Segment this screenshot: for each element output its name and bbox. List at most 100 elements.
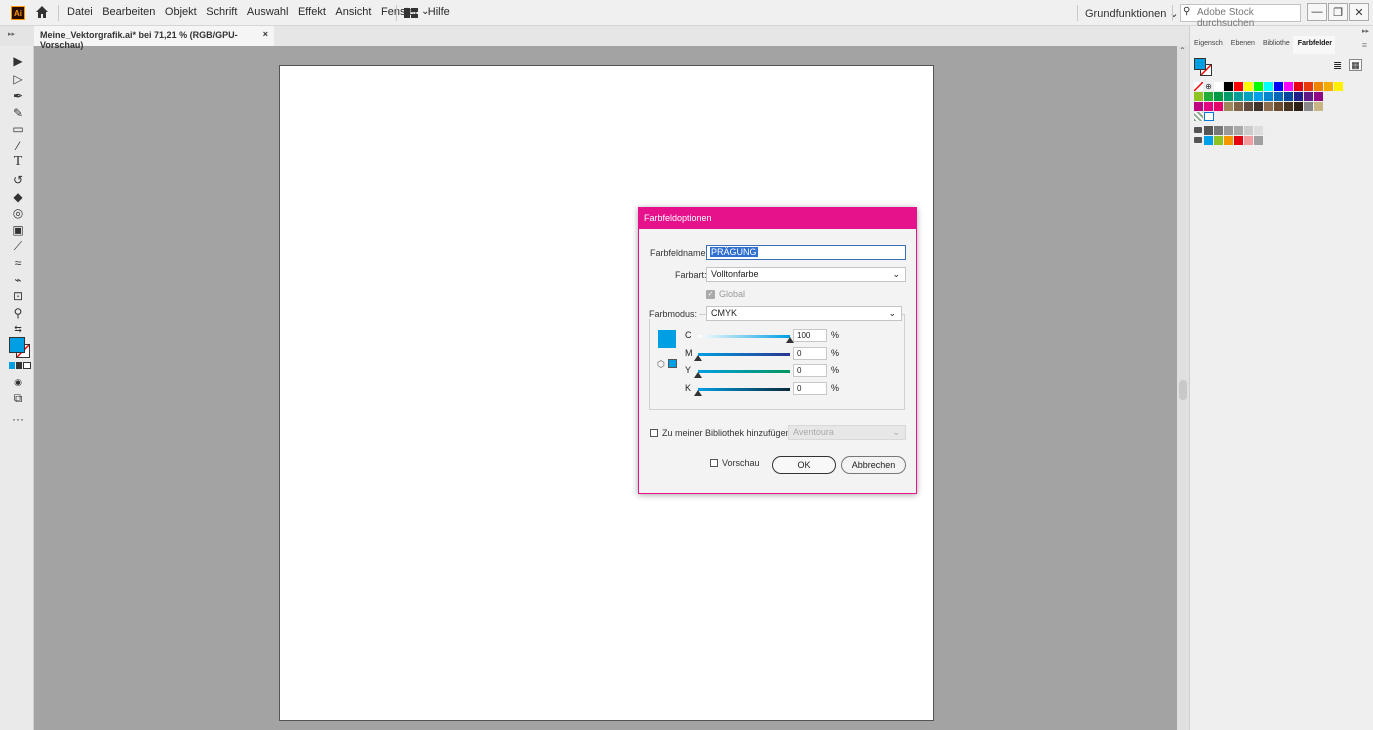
color-swatch[interactable] <box>1324 82 1333 91</box>
toolbar-header[interactable]: ▸▸ <box>0 26 34 46</box>
menu-bearbeiten[interactable]: Bearbeiten <box>102 6 155 18</box>
color-swatch[interactable] <box>1254 126 1263 135</box>
swap-colors-icon[interactable]: ⇆ <box>11 322 25 336</box>
collapse-panel-icon[interactable]: ▸▸ <box>1362 27 1369 35</box>
color-swatch[interactable] <box>1194 102 1203 111</box>
channel-slider-m[interactable] <box>698 352 790 356</box>
blend-tool-icon[interactable]: ≈ <box>11 256 25 270</box>
pattern-swatches[interactable] <box>1194 112 1214 121</box>
selection-tool-icon[interactable]: ▶ <box>11 54 25 68</box>
menu-datei[interactable]: Datei <box>67 6 93 18</box>
none-swatch-icon[interactable] <box>1194 82 1203 91</box>
color-swatch[interactable] <box>1234 82 1243 91</box>
menu-objekt[interactable]: Objekt <box>165 6 197 18</box>
curvature-tool-icon[interactable]: ✎ <box>11 106 25 120</box>
out-of-gamut-icon[interactable]: ⬡ <box>657 359 665 370</box>
web-safe-color-icon[interactable] <box>668 359 677 368</box>
color-swatch[interactable] <box>1284 82 1293 91</box>
color-swatch[interactable] <box>1304 92 1313 101</box>
color-swatch[interactable] <box>1204 126 1213 135</box>
color-swatch[interactable] <box>1244 126 1253 135</box>
color-swatch[interactable] <box>1264 82 1273 91</box>
color-swatch[interactable] <box>1294 92 1303 101</box>
artboard-tool-icon[interactable]: ⊡ <box>11 289 25 303</box>
color-swatch[interactable] <box>1314 102 1323 111</box>
add-to-library-checkbox[interactable] <box>650 429 658 437</box>
color-swatch[interactable] <box>1274 102 1283 111</box>
slider-thumb[interactable] <box>694 354 702 361</box>
tab-bibliotheken[interactable]: Bibliothe <box>1258 36 1293 54</box>
color-swatch[interactable] <box>1284 92 1293 101</box>
rectangle-tool-icon[interactable]: ▭ <box>11 122 25 136</box>
cancel-button[interactable]: Abbrechen <box>841 456 906 474</box>
fill-swatch-front-icon[interactable] <box>1194 58 1206 70</box>
channel-value-k[interactable]: 0 <box>793 381 827 395</box>
channel-slider-c[interactable] <box>698 335 790 338</box>
menu-effekt[interactable]: Effekt <box>298 6 326 18</box>
color-swatch[interactable] <box>1244 136 1253 145</box>
color-swatch[interactable] <box>1254 82 1263 91</box>
color-swatch[interactable] <box>1224 126 1233 135</box>
zoom-tool-icon[interactable]: ⚲ <box>11 306 25 320</box>
color-swatch[interactable] <box>1274 82 1283 91</box>
shape-builder-tool-icon[interactable]: ◎ <box>11 206 25 220</box>
color-swatch[interactable] <box>1254 102 1263 111</box>
color-swatch[interactable] <box>1204 102 1213 111</box>
tab-farbfelder[interactable]: Farbfelder <box>1292 36 1336 54</box>
color-type-select[interactable]: Volltonfarbe ⌄ <box>706 267 906 282</box>
close-tab-icon[interactable]: × <box>263 29 268 39</box>
color-swatch[interactable] <box>1224 92 1233 101</box>
color-swatch[interactable] <box>1304 102 1313 111</box>
draw-mode-icon[interactable]: ◉ <box>11 375 25 389</box>
color-swatch[interactable] <box>1254 136 1263 145</box>
vertical-scrollbar[interactable]: ⌃ <box>1177 46 1189 730</box>
channel-value-c[interactable]: 100 <box>793 329 827 342</box>
channel-slider-k[interactable] <box>698 387 790 391</box>
direct-selection-tool-icon[interactable]: ▷ <box>11 72 25 86</box>
color-group-folder-icon[interactable] <box>1194 127 1202 133</box>
tab-eigenschaften[interactable]: Eigensch <box>1189 36 1226 54</box>
type-tool-icon[interactable]: T <box>11 155 25 169</box>
color-swatch[interactable] <box>1214 126 1223 135</box>
color-swatch[interactable] <box>1244 92 1253 101</box>
color-swatch[interactable] <box>1224 102 1233 111</box>
color-swatch[interactable] <box>1264 92 1273 101</box>
screen-mode-icon[interactable]: ⧉ <box>11 391 25 405</box>
scroll-thumb[interactable] <box>1179 380 1187 400</box>
symbol-sprayer-tool-icon[interactable]: ⌁ <box>11 273 25 287</box>
color-swatch[interactable] <box>1244 102 1253 111</box>
color-swatch[interactable] <box>1314 92 1323 101</box>
color-swatch[interactable] <box>1204 136 1213 145</box>
color-swatch[interactable] <box>1234 126 1243 135</box>
list-view-icon[interactable]: ≣ <box>1333 59 1342 72</box>
color-swatch[interactable] <box>1334 82 1343 91</box>
color-mode-select[interactable]: CMYK ⌄ <box>706 306 902 321</box>
chevron-down-icon[interactable]: ⌄ <box>421 6 429 17</box>
gradient-tool-icon[interactable]: ▣ <box>11 223 25 237</box>
fill-color-front-icon[interactable] <box>9 337 25 353</box>
color-group-folder-icon[interactable] <box>1194 137 1202 143</box>
menu-hilfe[interactable]: Hilfe <box>428 6 450 18</box>
color-swatch[interactable] <box>1274 92 1283 101</box>
document-tab[interactable]: Meine_Vektorgrafik.ai* bei 71,21 % (RGB/… <box>34 26 274 50</box>
restore-button[interactable]: ❐ <box>1328 3 1348 21</box>
color-swatch[interactable] <box>1194 92 1203 101</box>
slider-thumb[interactable] <box>694 389 702 396</box>
close-button[interactable]: ✕ <box>1349 3 1369 21</box>
minimize-button[interactable]: — <box>1307 3 1327 21</box>
color-mode-icons[interactable] <box>9 362 31 369</box>
color-swatch[interactable] <box>1204 92 1213 101</box>
global-checkbox[interactable]: ✓ <box>706 290 715 299</box>
color-swatch[interactable] <box>1214 92 1223 101</box>
color-swatch[interactable] <box>1294 102 1303 111</box>
color-swatch[interactable] <box>1214 136 1223 145</box>
library-select[interactable]: Aventoura ⌄ <box>788 425 906 440</box>
color-swatch[interactable] <box>1214 102 1223 111</box>
menu-ansicht[interactable]: Ansicht <box>335 6 371 18</box>
eyedropper-tool-icon[interactable]: ⟋ <box>11 239 25 253</box>
menu-schrift[interactable]: Schrift <box>206 6 237 18</box>
preview-checkbox[interactable] <box>710 459 718 467</box>
channel-value-y[interactable]: 0 <box>793 364 827 377</box>
color-swatch[interactable] <box>1294 82 1303 91</box>
eraser-tool-icon[interactable]: ◆ <box>11 190 25 204</box>
